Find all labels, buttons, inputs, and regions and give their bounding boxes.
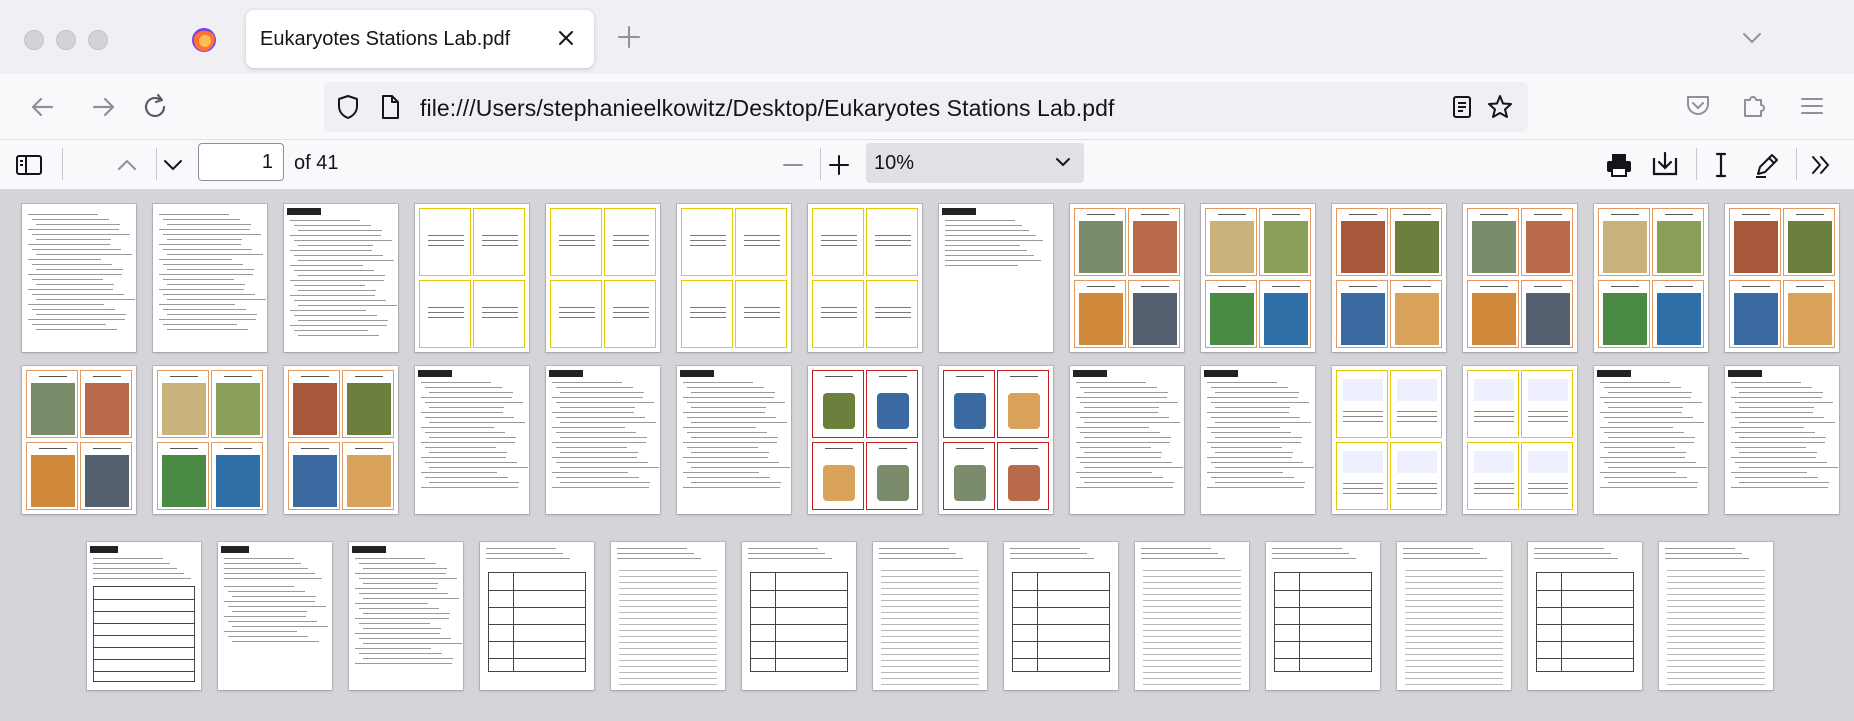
print-icon[interactable] <box>1604 150 1634 180</box>
page-thumbnail[interactable] <box>22 204 136 352</box>
page-thumbnail[interactable] <box>1594 204 1708 352</box>
page-thumbnail[interactable] <box>808 366 922 514</box>
arrow-left-icon[interactable] <box>26 90 60 124</box>
page-thumbnail[interactable] <box>939 204 1053 352</box>
page-thumbnail[interactable] <box>873 542 987 690</box>
page-number-input[interactable]: 1 <box>198 143 284 181</box>
page-thumbnail[interactable] <box>284 204 398 352</box>
page-thumbnail[interactable] <box>1594 366 1708 514</box>
page-thumbnail[interactable] <box>1266 542 1380 690</box>
zoom-out-icon[interactable] <box>778 150 808 180</box>
toolbar-separator <box>62 148 63 180</box>
page-thumbnail[interactable] <box>87 542 201 690</box>
zoom-level: 10% <box>874 152 915 174</box>
toolbar-separator <box>156 148 157 180</box>
zoom-select[interactable]: 10% <box>866 143 1084 183</box>
page-thumbnail[interactable] <box>218 542 332 690</box>
page-thumbnail[interactable] <box>1397 542 1511 690</box>
url-bar[interactable]: file:///Users/stephanieelkowitz/Desktop/… <box>324 82 1528 132</box>
sidebar-toggle-icon[interactable] <box>14 150 44 180</box>
text-cursor-icon[interactable] <box>1706 150 1736 180</box>
page-thumbnail[interactable] <box>284 366 398 514</box>
previous-page-icon[interactable] <box>112 150 142 180</box>
close-tab-icon[interactable] <box>552 24 580 52</box>
shield-icon[interactable] <box>334 93 362 121</box>
page-thumbnail[interactable] <box>1004 542 1118 690</box>
window-zoom-button[interactable] <box>88 30 108 50</box>
page-thumbnail[interactable] <box>1463 204 1577 352</box>
page-thumbnail[interactable] <box>546 204 660 352</box>
pdf-viewer[interactable] <box>0 190 1854 721</box>
page-thumbnail[interactable] <box>677 366 791 514</box>
page-thumbnail[interactable] <box>1725 204 1839 352</box>
page-thumbnail[interactable] <box>415 204 529 352</box>
firefox-icon <box>192 28 216 52</box>
tab-active[interactable]: Eukaryotes Stations Lab.pdf <box>246 10 594 68</box>
zoom-in-icon[interactable] <box>824 150 854 180</box>
tab-list-chevron-icon[interactable] <box>1738 24 1766 52</box>
star-icon[interactable] <box>1486 93 1514 121</box>
pdf-toolbar: 1 of 41 10% <box>0 140 1854 190</box>
window-close-button[interactable] <box>24 30 44 50</box>
puzzle-icon[interactable] <box>1738 90 1770 122</box>
page-thumbnail[interactable] <box>1528 542 1642 690</box>
page-thumbnail[interactable] <box>1332 204 1446 352</box>
page-thumbnail[interactable] <box>1725 366 1839 514</box>
page-thumbnail[interactable] <box>546 366 660 514</box>
page-count-label: of 41 <box>294 152 339 174</box>
chevron-down-icon <box>1056 158 1070 167</box>
page-thumbnail[interactable] <box>22 366 136 514</box>
page-thumbnail[interactable] <box>1201 366 1315 514</box>
hamburger-menu-icon[interactable] <box>1796 90 1828 122</box>
nav-bar: file:///Users/stephanieelkowitz/Desktop/… <box>0 74 1854 140</box>
window-minimize-button[interactable] <box>56 30 76 50</box>
page-thumbnail[interactable] <box>939 366 1053 514</box>
save-icon[interactable] <box>1650 150 1680 180</box>
next-page-icon[interactable] <box>158 150 188 180</box>
page-thumbnail[interactable] <box>742 542 856 690</box>
toolbar-separator <box>820 148 821 180</box>
reader-view-icon[interactable] <box>1448 93 1476 121</box>
page-thumbnail[interactable] <box>808 204 922 352</box>
new-tab-icon[interactable] <box>614 22 644 52</box>
page-thumbnail[interactable] <box>349 542 463 690</box>
page-thumbnail[interactable] <box>1463 366 1577 514</box>
pocket-icon[interactable] <box>1682 90 1714 122</box>
page-thumbnail[interactable] <box>415 366 529 514</box>
arrow-right-icon[interactable] <box>86 90 120 124</box>
page-thumbnail[interactable] <box>1135 542 1249 690</box>
page-thumbnail[interactable] <box>1201 204 1315 352</box>
page-thumbnail[interactable] <box>480 542 594 690</box>
reload-icon[interactable] <box>138 90 172 124</box>
page-thumbnail[interactable] <box>1070 366 1184 514</box>
page-thumbnail[interactable] <box>1659 542 1773 690</box>
page-thumbnail[interactable] <box>611 542 725 690</box>
page-thumbnail[interactable] <box>1070 204 1184 352</box>
draw-pen-icon[interactable] <box>1752 150 1782 180</box>
tab-strip: Eukaryotes Stations Lab.pdf <box>0 0 1854 74</box>
page-thumbnail[interactable] <box>153 366 267 514</box>
toolbar-separator <box>1696 148 1697 180</box>
more-tools-chevron-icon[interactable] <box>1806 150 1836 180</box>
page-icon[interactable] <box>376 93 404 121</box>
toolbar-separator <box>1796 148 1797 180</box>
page-thumbnail[interactable] <box>677 204 791 352</box>
page-thumbnail[interactable] <box>1332 366 1446 514</box>
page-thumbnail[interactable] <box>153 204 267 352</box>
tab-title: Eukaryotes Stations Lab.pdf <box>260 28 511 50</box>
url-text: file:///Users/stephanieelkowitz/Desktop/… <box>420 95 1115 121</box>
